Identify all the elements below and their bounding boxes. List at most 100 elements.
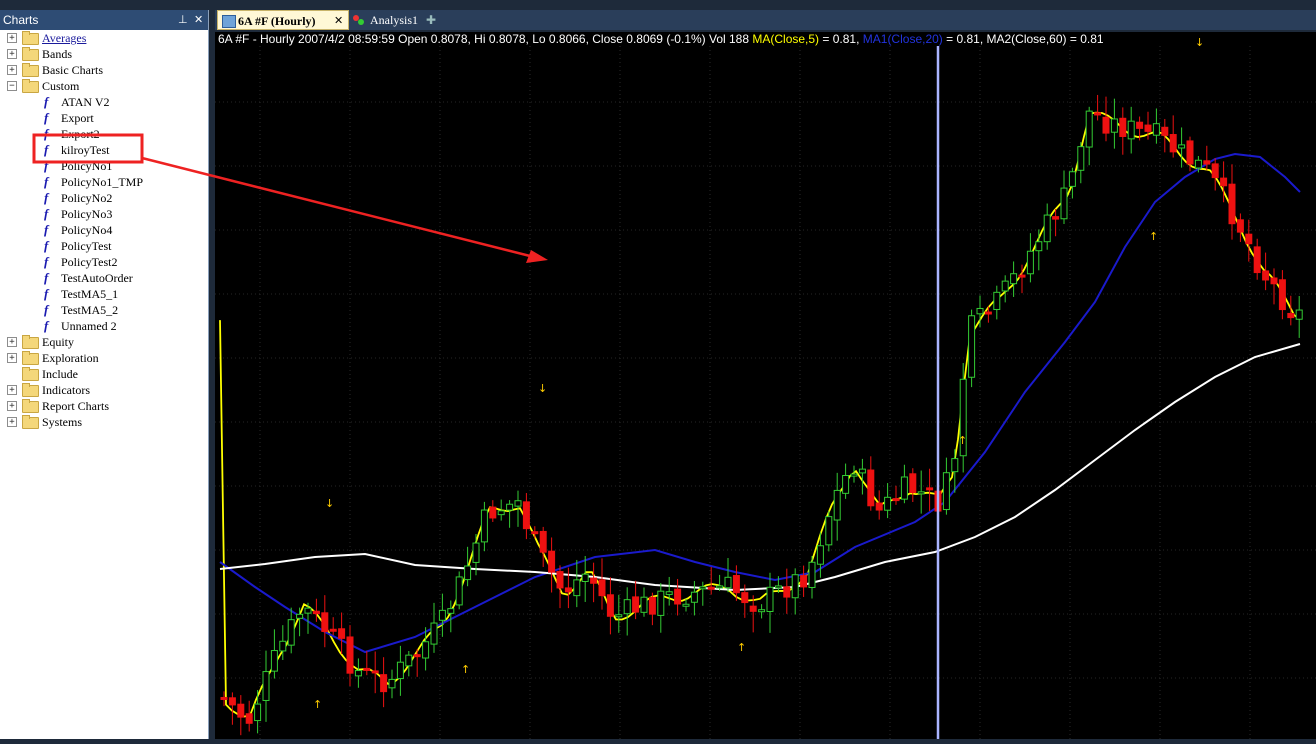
chart-background [215, 32, 1316, 739]
tree-folder-averages[interactable]: + Averages [0, 30, 208, 46]
tree-folder-include[interactable]: Include [0, 366, 208, 382]
tree-item[interactable]: f PolicyNo4 [0, 222, 208, 238]
tab-label: Analysis1 [370, 13, 418, 27]
candle-body [548, 550, 556, 573]
candle-body [816, 545, 824, 565]
tree-item[interactable]: f Unnamed 2 [0, 318, 208, 334]
candle-body [346, 636, 354, 674]
candle-body [287, 619, 295, 646]
candle-body [1018, 274, 1026, 278]
tree-item[interactable]: f kilroyTest [0, 142, 208, 158]
tree-item[interactable]: f PolicyNo1_TMP [0, 174, 208, 190]
tree-folder-exploration[interactable]: + Exploration [0, 350, 208, 366]
candle-body [1178, 144, 1186, 149]
candle-body [1035, 241, 1043, 252]
candle-body [699, 586, 707, 590]
expand-icon[interactable]: + [7, 417, 17, 427]
candle-body [237, 703, 245, 718]
buy-signal-icon: ↑ [313, 698, 322, 711]
tree-folder-custom[interactable]: − Custom [0, 78, 208, 94]
candle-body [1253, 246, 1261, 274]
folder-icon [22, 31, 39, 45]
tab-6a-hourly[interactable]: 6A #F (Hourly) ✕ [217, 10, 349, 30]
candle-body [1228, 183, 1236, 225]
candle-body [615, 614, 623, 618]
chart-tree: + Averages + Bands + Basic Charts − Custom f ATAN… [0, 30, 208, 430]
tree-item[interactable]: f PolicyTest2 [0, 254, 208, 270]
expand-icon[interactable]: + [7, 33, 17, 43]
candle-body [1203, 160, 1211, 165]
new-tab-icon[interactable]: ✚ [426, 10, 442, 30]
folder-label: Basic Charts [42, 63, 103, 77]
folder-label: Include [42, 367, 78, 381]
candle-body [968, 315, 976, 378]
folder-label: Custom [42, 79, 80, 93]
candle-body [455, 576, 463, 606]
candle-body [606, 594, 614, 617]
tree-item[interactable]: f TestMA5_2 [0, 302, 208, 318]
tree-item[interactable]: f Export [0, 110, 208, 126]
panel-title: Charts [3, 13, 39, 27]
tree-item[interactable]: f Export2 [0, 126, 208, 142]
candle-body [506, 503, 514, 511]
expand-icon[interactable]: + [7, 385, 17, 395]
item-label: TestMA5_2 [61, 303, 119, 317]
item-label: TestAutoOrder [61, 271, 133, 285]
tree-folder-indicators[interactable]: + Indicators [0, 382, 208, 398]
tree-item[interactable]: f TestMA5_1 [0, 286, 208, 302]
candle-body [850, 473, 858, 477]
candle-body [1186, 140, 1194, 165]
candle-body [312, 610, 320, 615]
candle-body [405, 654, 413, 667]
folder-label: Bands [42, 47, 72, 61]
candle-body [1026, 250, 1034, 275]
tree-item[interactable]: f PolicyNo2 [0, 190, 208, 206]
folder-icon [22, 47, 39, 61]
tree-folder-systems[interactable]: + Systems [0, 414, 208, 430]
formula-icon: f [44, 190, 49, 205]
candle-body [1001, 280, 1009, 292]
candle-body [749, 605, 757, 612]
candle-body [514, 500, 522, 507]
expand-icon[interactable]: + [7, 337, 17, 347]
expand-icon[interactable]: + [7, 353, 17, 363]
candle-body [892, 498, 900, 502]
candle-body [942, 472, 950, 511]
pin-icon[interactable]: ⊥ [178, 10, 188, 30]
tree-folder-basic-charts[interactable]: + Basic Charts [0, 62, 208, 78]
item-label: Unnamed 2 [61, 319, 117, 333]
price-chart[interactable]: ↓ ↓ ↓ ↑ ↑ ↑ ↑ ↑ [215, 32, 1316, 739]
quote-text: 6A #F - Hourly 2007/4/2 08:59:59 Open 0.… [218, 32, 753, 46]
folder-icon [22, 335, 39, 349]
tree-folder-bands[interactable]: + Bands [0, 46, 208, 62]
tree-folder-report-charts[interactable]: + Report Charts [0, 398, 208, 414]
tree-item[interactable]: f PolicyTest [0, 238, 208, 254]
candle-body [984, 311, 992, 315]
candle-body [598, 579, 606, 597]
candle-body [1127, 120, 1135, 140]
tab-analysis1[interactable]: Analysis1 [351, 10, 427, 30]
tree-item[interactable]: f PolicyNo1 [0, 158, 208, 174]
folder-icon [22, 63, 39, 77]
candle-body [724, 576, 732, 589]
expand-icon[interactable]: + [7, 401, 17, 411]
expand-icon[interactable]: + [7, 65, 17, 75]
tree-item[interactable]: f TestAutoOrder [0, 270, 208, 286]
collapse-icon[interactable]: − [7, 81, 17, 91]
candle-body [640, 596, 648, 613]
item-label: TestMA5_1 [61, 287, 119, 301]
sell-signal-icon: ↓ [538, 382, 547, 395]
tree-folder-equity[interactable]: + Equity [0, 334, 208, 350]
tree-item[interactable]: f PolicyNo3 [0, 206, 208, 222]
formula-icon: f [44, 94, 49, 109]
candle-body [976, 307, 984, 315]
item-label: PolicyNo2 [61, 191, 113, 205]
folder-label: Systems [42, 415, 83, 429]
tree-item[interactable]: f ATAN V2 [0, 94, 208, 110]
expand-icon[interactable]: + [7, 49, 17, 59]
folder-icon [22, 415, 39, 429]
close-icon[interactable]: ✕ [194, 10, 203, 30]
candle-body [1052, 216, 1060, 220]
tab-close-icon[interactable]: ✕ [334, 11, 343, 31]
candle-body [867, 469, 875, 507]
